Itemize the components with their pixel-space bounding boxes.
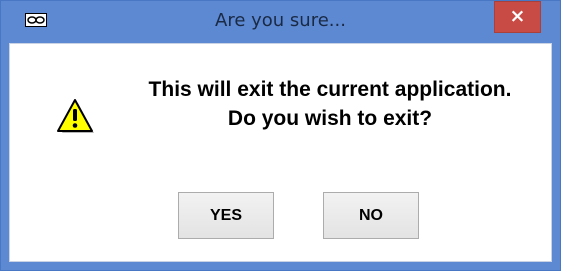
message-line-2: Do you wish to exit? (227, 107, 433, 130)
dialog-window: Are you sure... × This will exit the cur… (0, 0, 561, 271)
dialog-body: This will exit the current application. … (9, 43, 552, 262)
close-button[interactable]: × (494, 1, 541, 33)
close-icon: × (509, 5, 526, 27)
no-button[interactable]: NO (323, 192, 419, 239)
warning-icon (57, 99, 94, 133)
message-line-1: This will exit the current application. (148, 78, 512, 101)
title-bar[interactable]: Are you sure... × (1, 1, 560, 43)
yes-button[interactable]: YES (178, 192, 274, 239)
window-title: Are you sure... (215, 10, 346, 31)
